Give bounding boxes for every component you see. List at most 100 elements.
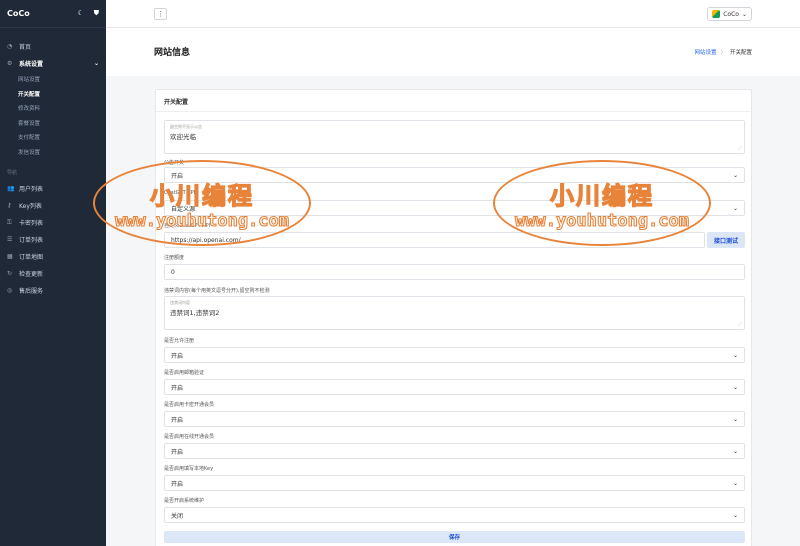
maintenance-select[interactable]: 关闭 ⌄	[164, 507, 745, 523]
breadcrumb: 网站设置 〉 开关配置	[694, 48, 752, 56]
sidebar-sub-site[interactable]: 网站设置	[0, 72, 106, 87]
brand-name: CoCo	[7, 9, 30, 18]
sidebar-item-users[interactable]: 👥 用户列表	[0, 180, 106, 197]
gear-icon: ⚙	[7, 60, 13, 67]
sidebar-item-label: 修改资料	[18, 106, 41, 113]
sidebar-sub-plans[interactable]: 套餐设置	[0, 116, 106, 131]
refresh-icon: ↻	[7, 270, 13, 277]
custom-api-input[interactable]: https://api.openai.com/	[164, 232, 705, 248]
sidebar-item-order-map[interactable]: ▦ 订单地图	[0, 248, 106, 265]
online-member-select[interactable]: 开启 ⌄	[164, 443, 745, 459]
sidebar-section-title: 导航	[7, 170, 18, 176]
gpt-api-label: ChatGPT API	[164, 190, 196, 196]
custom-api-label: 自定义ChatGPT API	[164, 223, 211, 229]
sidebar-item-settings[interactable]: ⚙ 系统设置 ⌄	[0, 55, 106, 72]
online-member-label: 是否启用在线开通会员	[164, 434, 215, 440]
maintenance-value: 关闭	[171, 512, 184, 520]
chevron-down-icon: ⌄	[732, 447, 738, 455]
menu-button[interactable]: ⋮	[154, 8, 167, 20]
resize-handle-icon[interactable]: ⟋	[738, 146, 742, 152]
sidebar-item-updates[interactable]: ↻ 检查更新	[0, 265, 106, 282]
chevron-down-icon: ⌄	[741, 10, 747, 18]
custom-api-value: https://api.openai.com/	[171, 236, 241, 244]
email-verify-label: 是否启用邮箱验证	[164, 370, 205, 376]
banned-words-placeholder: 违禁词内容	[170, 300, 190, 305]
breadcrumb-link[interactable]: 网站设置	[694, 48, 716, 56]
sidebar-item-label: 售后服务	[19, 288, 44, 295]
user-name: CoCo	[723, 10, 739, 18]
sidebar-sub-mail[interactable]: 发信设置	[0, 145, 106, 160]
announce-label: 公告开关	[164, 160, 185, 166]
dashboard-icon: ◔	[7, 43, 13, 50]
sidebar-item-label: 套餐设置	[18, 120, 41, 127]
sidebar-item-label: 开关配置	[18, 91, 41, 98]
avatar	[712, 10, 721, 18]
notice-value: 欢迎光临	[170, 133, 196, 141]
chevron-down-icon: ⌄	[732, 171, 738, 179]
local-key-label: 是否启用填写本地Key	[164, 466, 214, 472]
sidebar-item-keys[interactable]: ⚷ Key列表	[0, 197, 106, 214]
sidebar-item-label: 卡密列表	[19, 220, 44, 227]
sidebar-item-label: 订单列表	[19, 237, 44, 244]
local-key-value: 开启	[171, 480, 184, 488]
map-icon: ▦	[7, 253, 13, 260]
quota-value: 0	[171, 268, 175, 276]
allow-register-select[interactable]: 开启 ⌄	[164, 347, 745, 363]
quota-label: 注册额度	[164, 255, 185, 261]
moon-icon[interactable]: ☾	[77, 9, 83, 18]
announce-select[interactable]: 开启 ⌄	[164, 167, 745, 183]
banned-words-textarea[interactable]: 违禁词内容 违禁词1,违禁词2 ⟋	[164, 296, 745, 330]
save-button[interactable]: 保存	[164, 531, 745, 543]
online-member-value: 开启	[171, 448, 184, 456]
sidebar-brand: CoCo ☾ ⛊	[0, 0, 106, 28]
card-title: 开关配置	[156, 90, 751, 112]
email-verify-value: 开启	[171, 384, 184, 392]
user-menu-button[interactable]: CoCo ⌄	[707, 7, 752, 21]
more-vertical-icon: ⋮	[157, 10, 164, 18]
sidebar-sub-switch[interactable]: 开关配置	[0, 87, 106, 102]
sidebar-item-label: 支付配置	[18, 135, 41, 142]
card-member-label: 是否启用卡密开通会员	[164, 402, 215, 408]
card-icon: ⚿	[7, 218, 12, 226]
sidebar-item-label: Key列表	[19, 203, 42, 210]
api-test-button[interactable]: 接口测试	[707, 232, 745, 248]
users-icon: 👥	[7, 185, 15, 192]
chevron-down-icon: ⌄	[732, 204, 738, 212]
breadcrumb-current: 开关配置	[729, 50, 752, 56]
sidebar-item-label: 检查更新	[19, 271, 44, 278]
notice-placeholder: 留空则不显示公告	[170, 124, 202, 129]
chevron-down-icon: ⌄	[732, 383, 738, 391]
list-icon: ☰	[7, 236, 13, 243]
shield-icon[interactable]: ⛊	[94, 9, 99, 18]
topbar: ⋮ CoCo ⌄	[106, 0, 800, 28]
sidebar-item-cards[interactable]: ⚿ 卡密列表	[0, 214, 106, 231]
chevron-down-icon: ⌄	[732, 511, 738, 519]
sidebar-item-home[interactable]: ◔ 首页	[0, 38, 106, 55]
breadcrumb-separator: 〉	[720, 50, 726, 56]
sidebar-item-support[interactable]: ◎ 售后服务	[0, 282, 106, 299]
resize-handle-icon[interactable]: ⟋	[738, 322, 742, 328]
card-member-value: 开启	[171, 416, 184, 424]
quota-input[interactable]: 0	[164, 264, 745, 280]
notice-textarea[interactable]: 留空则不显示公告 欢迎光临 ⟋	[164, 120, 745, 154]
chevron-down-icon: ⌄	[732, 479, 738, 487]
local-key-select[interactable]: 开启 ⌄	[164, 475, 745, 491]
allow-register-value: 开启	[171, 352, 184, 360]
sidebar-sub-profile[interactable]: 修改资料	[0, 101, 106, 116]
gpt-api-value: 自定义源	[171, 205, 196, 213]
sidebar-sub-payment[interactable]: 支付配置	[0, 130, 106, 145]
allow-register-label: 是否允许注册	[164, 338, 195, 344]
key-icon: ⚷	[7, 202, 12, 209]
support-icon: ◎	[7, 287, 13, 294]
sidebar-item-label: 网站设置	[18, 77, 41, 84]
announce-value: 开启	[171, 172, 184, 180]
sidebar-item-label: 用户列表	[19, 186, 44, 193]
chevron-down-icon: ⌄	[732, 415, 738, 423]
card-member-select[interactable]: 开启 ⌄	[164, 411, 745, 427]
sidebar-item-orders[interactable]: ☰ 订单列表	[0, 231, 106, 248]
chevron-down-icon: ⌄	[732, 351, 738, 359]
page-title: 网站信息	[154, 48, 191, 58]
gpt-api-select[interactable]: 自定义源 ⌄	[164, 200, 745, 216]
email-verify-select[interactable]: 开启 ⌄	[164, 379, 745, 395]
banned-words-label: 违禁词内容(每个用英文逗号分开),留空则不检测	[164, 288, 270, 294]
